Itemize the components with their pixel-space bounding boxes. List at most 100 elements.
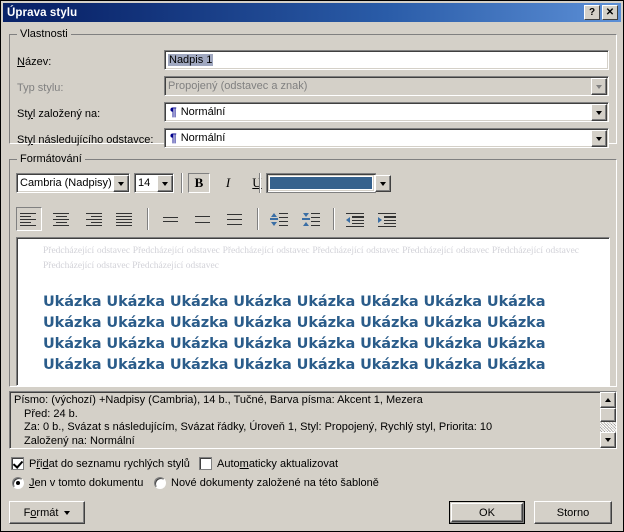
name-label-rest: ázev: [24,56,52,68]
new-documents-label: Nové dokumenty založené na této šabloně [171,477,379,489]
font-color-chevron-down-icon[interactable] [375,175,391,192]
add-to-quick-styles-checkbox[interactable]: Přidat do seznamu rychlých stylů [11,457,190,470]
preview-sample-line-3: Ukázka Ukázka Ukázka Ukázka Ukázka Ukázk… [43,336,546,352]
modify-style-dialog: Úprava stylu ? ✕ Vlastnosti Název: Nadpi… [0,0,624,532]
style-description-box[interactable]: Písmo: (výchozí) +Nadpisy (Cambria), 14 … [9,391,617,449]
style-type-chevron-down-icon [591,78,607,95]
toolbar-separator-3 [147,208,149,230]
based-on-combo[interactable]: ¶ Normální [164,102,609,122]
font-size-value: 14 [138,177,151,189]
radio-selected-icon [12,477,24,489]
pilcrow-icon-2: ¶ [170,131,177,145]
description-line-2: Před: 24 b. [24,407,78,420]
ok-button[interactable]: OK [449,501,525,524]
formatting-group-label: Formátování [17,153,85,165]
space-before-icon [270,212,288,227]
space-after-button[interactable] [298,207,324,231]
decrease-indent-icon [346,212,364,228]
line-spacing-double-icon [226,213,244,226]
line-spacing-1-5-button[interactable] [190,207,216,231]
auto-update-checkbox[interactable]: Automaticky aktualizovat [199,457,338,470]
chevron-down-icon [64,510,71,515]
preview-sample-line-4: Ukázka Ukázka Ukázka Ukázka Ukázka Ukázk… [43,357,546,373]
increase-indent-button[interactable] [374,207,400,231]
window-title: Úprava stylu [7,6,78,19]
based-on-value: Normální [180,106,226,118]
cancel-button-label: Storno [556,506,590,519]
format-button[interactable]: Formát [9,501,85,524]
align-left-button[interactable] [16,207,42,231]
preview-sample-line-2: Ukázka Ukázka Ukázka Ukázka Ukázka Ukázk… [43,315,546,331]
scroll-down-arrow-icon[interactable] [600,432,616,448]
name-input-value: Nadpis 1 [168,54,214,66]
new-documents-radio[interactable]: Nové dokumenty založené na této šabloně [154,477,379,489]
bold-icon: B [194,175,204,190]
next-style-combo[interactable]: ¶ Normální [164,128,609,148]
title-bar[interactable]: Úprava stylu ? ✕ [3,3,621,22]
italic-icon: I [225,175,231,190]
font-family-value: Cambria (Nadpisy) [20,177,112,189]
underline-button[interactable]: U [246,173,268,193]
align-justify-icon [116,212,134,227]
toolbar-separator-5 [333,208,335,230]
align-center-button[interactable] [48,207,74,231]
space-after-icon [302,212,320,227]
font-size-chevron-down-icon[interactable] [157,175,173,192]
ok-button-label: OK [479,506,495,519]
style-type-combo: Propojený (odstavec a znak) [164,76,609,96]
toolbar-separator-2 [259,173,261,193]
align-center-icon [52,212,70,227]
name-label: Název: [17,56,52,68]
scrollbar-thumb[interactable] [600,408,616,422]
style-type-value: Propojený (odstavec a znak) [168,80,308,92]
toolbar-separator-1 [181,173,183,193]
add-to-quick-styles-label: Přidat do seznamu rychlých stylů [29,457,190,470]
description-line-1: Písmo: (výchozí) +Nadpisy (Cambria), 14 … [14,394,423,406]
line-spacing-single-button[interactable] [158,207,184,231]
align-left-icon [20,212,38,227]
space-before-button[interactable] [266,207,292,231]
auto-update-label: Automaticky aktualizovat [217,457,339,470]
decrease-indent-button[interactable] [342,207,368,231]
scroll-up-arrow-icon[interactable] [600,392,616,408]
based-on-label: Styl založený na: [17,108,101,120]
line-spacing-double-button[interactable] [222,207,248,231]
pilcrow-icon: ¶ [170,105,177,119]
close-icon[interactable]: ✕ [602,5,618,20]
checkbox-empty-icon [199,457,212,470]
next-style-value: Normální [180,132,226,144]
radio-empty-icon [154,477,166,489]
increase-indent-icon [378,212,396,228]
cancel-button[interactable]: Storno [534,501,612,524]
preview-preceding-paragraph: Předcházející odstavec Předcházející ods… [43,246,579,271]
font-color-swatch [269,176,373,190]
font-family-chevron-down-icon[interactable] [113,175,129,192]
only-this-document-radio[interactable]: Jen v tomto dokumentu [12,477,143,489]
format-button-label: Formát [23,506,59,519]
scrollbar-track[interactable] [600,422,616,432]
style-preview-pane: Předcházející odstavec Předcházející ods… [16,237,610,386]
description-line-3: Za: 0 b., Svázat s následujícím, Svázat … [24,421,493,433]
checkbox-check-icon [11,457,24,470]
description-scrollbar[interactable] [600,392,616,448]
name-input[interactable]: Nadpis 1 [164,50,609,70]
next-style-label: Styl následujícího odstavce: [17,134,154,146]
align-right-button[interactable] [80,207,106,231]
line-spacing-single-icon [162,213,180,226]
align-right-icon [84,212,102,227]
toolbar-separator-4 [257,208,259,230]
help-icon[interactable]: ? [584,5,600,20]
next-style-chevron-down-icon[interactable] [591,130,607,147]
description-line-4: Založený na: Normální [24,434,135,447]
style-type-label: Typ stylu: [17,82,64,94]
italic-button[interactable]: I [217,173,239,193]
only-this-document-label: Jen v tomto dokumentu [29,477,144,489]
align-justify-button[interactable] [112,207,138,231]
line-spacing-1-5-icon [194,213,212,226]
bold-button[interactable]: B [188,173,210,193]
font-color-picker[interactable] [266,173,376,193]
title-bar-buttons: ? ✕ [584,5,618,20]
properties-group-label: Vlastnosti [17,28,71,40]
preview-sample-line-1: Ukázka Ukázka Ukázka Ukázka Ukázka Ukázk… [43,294,546,310]
based-on-chevron-down-icon[interactable] [591,104,607,121]
